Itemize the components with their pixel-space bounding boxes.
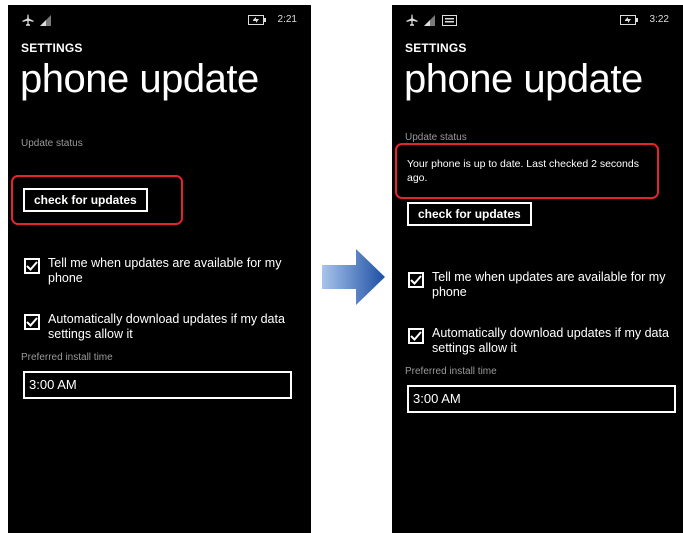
auto-download-label: Automatically download updates if my dat… (432, 326, 669, 355)
airplane-icon (406, 14, 418, 26)
update-status-label: Update status (405, 132, 467, 143)
preferred-time-label: Preferred install time (405, 366, 497, 377)
signal-icon (40, 14, 52, 26)
section-label: SETTINGS (405, 41, 467, 55)
tell-me-checkbox[interactable] (24, 258, 40, 274)
preferred-time-input[interactable]: 3:00 AM (23, 371, 292, 399)
tell-me-option[interactable]: Tell me when updates are available for m… (24, 256, 298, 286)
status-bar: 2:21 (8, 14, 311, 30)
signal-icon (424, 14, 436, 26)
update-status-label: Update status (21, 138, 83, 149)
tell-me-label: Tell me when updates are available for m… (432, 270, 666, 299)
arrow-icon (322, 249, 385, 310)
status-bar: 3:22 (392, 14, 683, 30)
auto-download-option[interactable]: Automatically download updates if my dat… (408, 326, 682, 356)
checkmark-icon (26, 317, 38, 327)
preferred-time-input[interactable]: 3:00 AM (407, 385, 676, 413)
auto-download-option[interactable]: Automatically download updates if my dat… (24, 312, 298, 342)
status-time: 2:21 (277, 14, 297, 25)
highlight-box (395, 143, 659, 199)
check-for-updates-button[interactable]: check for updates (407, 202, 532, 226)
checkmark-icon (410, 275, 422, 285)
checkmark-icon (26, 261, 38, 271)
tell-me-label: Tell me when updates are available for m… (48, 256, 282, 285)
status-time: 3:22 (649, 14, 669, 25)
message-icon (442, 14, 457, 26)
airplane-icon (22, 14, 34, 26)
page-title: phone update (404, 57, 643, 101)
battery-icon (619, 14, 638, 25)
tell-me-option[interactable]: Tell me when updates are available for m… (408, 270, 682, 300)
battery-icon (247, 14, 266, 25)
highlight-box (11, 175, 183, 225)
phone-screen-after: 3:22 SETTINGS phone update Update status… (392, 5, 683, 533)
auto-download-checkbox[interactable] (408, 328, 424, 344)
tell-me-checkbox[interactable] (408, 272, 424, 288)
page-title: phone update (20, 57, 259, 101)
auto-download-checkbox[interactable] (24, 314, 40, 330)
section-label: SETTINGS (21, 41, 83, 55)
preferred-time-label: Preferred install time (21, 352, 113, 363)
checkmark-icon (410, 331, 422, 341)
auto-download-label: Automatically download updates if my dat… (48, 312, 285, 341)
phone-screen-before: 2:21 SETTINGS phone update Update status… (8, 5, 311, 533)
